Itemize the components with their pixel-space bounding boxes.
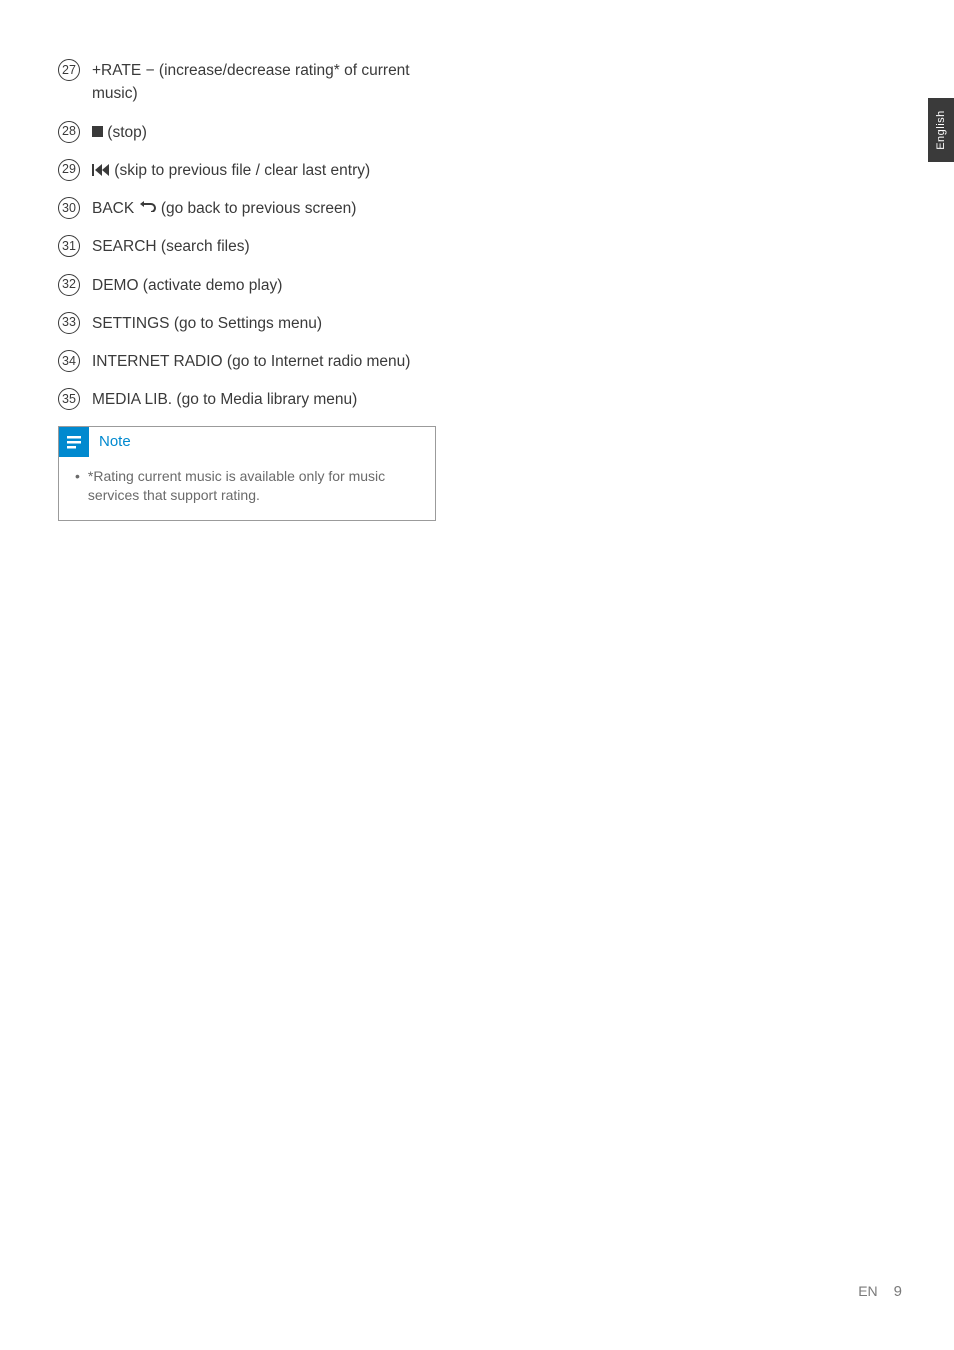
language-tab: English — [928, 98, 954, 162]
item-number: 33 — [58, 312, 80, 334]
item-30: 30 BACK (go back to previous screen) — [58, 196, 428, 220]
item-number: 30 — [58, 197, 80, 219]
item-text: +RATE − (increase/decrease rating* of cu… — [92, 58, 428, 106]
note-header: Note — [59, 427, 435, 457]
note-text: *Rating current music is available only … — [88, 467, 423, 506]
item-number: 27 — [58, 59, 80, 81]
item-33: 33 SETTINGS (go to Settings menu) — [58, 311, 428, 335]
item-number: 35 — [58, 388, 80, 410]
footer-page: 9 — [894, 1283, 902, 1300]
item-number: 31 — [58, 235, 80, 257]
item-number: 29 — [58, 159, 80, 181]
item-text: (stop) — [92, 120, 428, 144]
item-35: 35 MEDIA LIB. (go to Media library menu) — [58, 387, 428, 411]
item-text: BACK (go back to previous screen) — [92, 196, 428, 220]
item-text: SEARCH (search files) — [92, 234, 428, 258]
item-29: 29 (skip to previous file / clear last e… — [58, 158, 428, 182]
item-34: 34 INTERNET RADIO (go to Internet radio … — [58, 349, 428, 373]
bullet-dot: • — [75, 467, 80, 506]
item-27: 27 +RATE − (increase/decrease rating* of… — [58, 58, 428, 106]
back-arrow-icon — [139, 196, 157, 219]
item-text: SETTINGS (go to Settings menu) — [92, 311, 428, 335]
item-28: 28 (stop) — [58, 120, 428, 144]
item-number: 34 — [58, 350, 80, 372]
note-body: • *Rating current music is available onl… — [59, 457, 435, 520]
item-31: 31 SEARCH (search files) — [58, 234, 428, 258]
note-box: Note • *Rating current music is availabl… — [58, 426, 436, 521]
language-tab-text: English — [935, 110, 947, 150]
item-32: 32 DEMO (activate demo play) — [58, 273, 428, 297]
footer-lang: EN — [858, 1283, 877, 1299]
note-icon — [59, 427, 89, 457]
item-number: 32 — [58, 274, 80, 296]
skip-previous-icon — [92, 164, 110, 176]
item-text: INTERNET RADIO (go to Internet radio men… — [92, 349, 428, 373]
item-text: MEDIA LIB. (go to Media library menu) — [92, 387, 428, 411]
stop-icon — [92, 126, 103, 137]
page-footer: EN 9 — [858, 1283, 902, 1300]
item-list: 27 +RATE − (increase/decrease rating* of… — [58, 58, 428, 521]
item-text: DEMO (activate demo play) — [92, 273, 428, 297]
item-text: (skip to previous file / clear last entr… — [92, 158, 428, 182]
note-title: Note — [99, 433, 131, 450]
item-number: 28 — [58, 121, 80, 143]
